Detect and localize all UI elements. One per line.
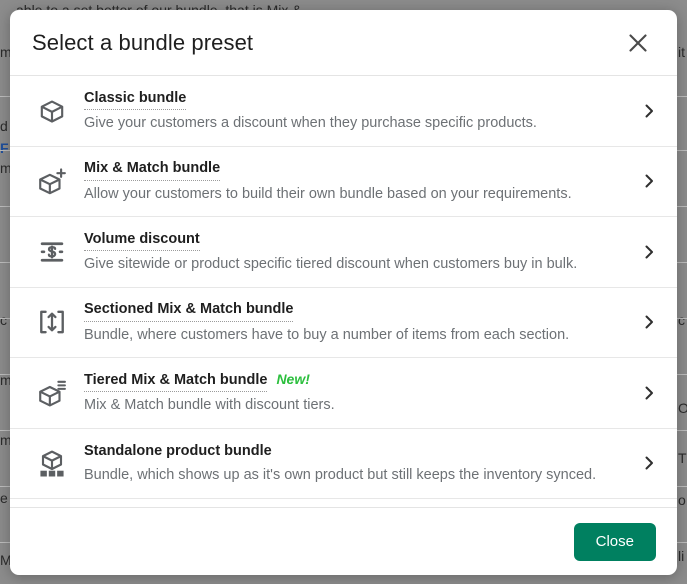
backdrop-text: T [678, 450, 687, 466]
cube-plus-icon [30, 159, 74, 203]
preset-description: Bundle, where customers have to buy a nu… [84, 326, 570, 343]
chevron-right-icon[interactable] [627, 244, 657, 260]
preset-body: Standalone product bundle Bundle, which s… [74, 442, 627, 485]
preset-description: Allow your customers to build their own … [84, 185, 572, 202]
backdrop-text: o [678, 492, 686, 508]
chevron-right-icon[interactable] [627, 385, 657, 401]
bundle-preset-modal: Select a bundle preset Classic bundle Giv… [10, 10, 677, 575]
cube-nodes-icon [30, 441, 74, 485]
preset-title: Tiered Mix & Match bundle [84, 371, 268, 393]
preset-description: Give sitewide or product specific tiered… [84, 256, 578, 273]
preset-body: Volume discount Give sitewide or product … [74, 230, 627, 274]
preset-title-line: Volume discount [84, 230, 627, 252]
preset-body: Sectioned Mix & Match bundle Bundle, wher… [74, 300, 627, 344]
preset-body: Mix & Match bundle Allow your customers t… [74, 159, 627, 203]
backdrop-text: O [678, 400, 687, 416]
preset-title-line: Mix & Match bundle [84, 159, 627, 181]
backdrop-text: c [0, 312, 7, 328]
preset-row-sectioned-mix-match-bundle[interactable]: Sectioned Mix & Match bundle Bundle, wher… [10, 287, 677, 358]
preset-description: Give your customers a discount when they… [84, 115, 537, 132]
backdrop-text: F [0, 140, 9, 156]
chevron-right-icon[interactable] [627, 173, 657, 189]
preset-row-mix-match-bundle[interactable]: Mix & Match bundle Allow your customers t… [10, 146, 677, 217]
preset-body: Classic bundle Give your customers a disc… [74, 89, 627, 133]
discount-dollar-icon [30, 230, 74, 274]
preset-row-tiered-mix-match-bundle[interactable]: Tiered Mix & Match bundle New! Mix & Match… [10, 358, 677, 429]
chevron-right-icon[interactable] [627, 314, 657, 330]
modal-footer: Close [10, 507, 677, 575]
close-button[interactable]: Close [573, 522, 656, 561]
cube-icon [30, 89, 74, 133]
preset-title-line: Standalone product bundle [84, 442, 627, 463]
close-icon[interactable] [621, 26, 655, 60]
page-title: Select a bundle preset [32, 29, 254, 55]
preset-row-volume-discount[interactable]: Volume discount Give sitewide or product … [10, 217, 677, 288]
preset-title: Standalone product bundle [84, 442, 272, 459]
cube-tiers-icon [30, 371, 74, 415]
preset-description: Bundle, which shows up as it's own produ… [84, 467, 597, 484]
preset-body: Tiered Mix & Match bundle New! Mix & Match… [74, 371, 627, 415]
modal-header: Select a bundle preset [10, 10, 677, 76]
preset-title-line: Sectioned Mix & Match bundle [84, 300, 627, 322]
backdrop-text: li [678, 548, 685, 564]
brackets-arrow-icon [30, 300, 74, 344]
preset-row-standalone-product-bundle[interactable]: Standalone product bundle Bundle, which s… [10, 428, 677, 499]
status-badge: New! [276, 370, 310, 387]
preset-list: Classic bundle Give your customers a disc… [10, 76, 677, 507]
preset-title: Mix & Match bundle [84, 159, 221, 181]
chevron-right-icon[interactable] [627, 103, 657, 119]
backdrop-text: it [678, 44, 685, 60]
backdrop-text: d [0, 118, 8, 134]
preset-description: Mix & Match bundle with discount tiers. [84, 397, 335, 414]
backdrop-text: e [0, 490, 8, 506]
preset-title: Sectioned Mix & Match bundle [84, 300, 294, 322]
backdrop-text: c [678, 312, 685, 328]
preset-title: Classic bundle [84, 89, 187, 111]
preset-title-line: Tiered Mix & Match bundle New! [84, 371, 627, 393]
chevron-right-icon[interactable] [627, 455, 657, 471]
preset-row-classic-bundle[interactable]: Classic bundle Give your customers a disc… [10, 76, 677, 147]
preset-title-line: Classic bundle [84, 89, 627, 111]
preset-title: Volume discount [84, 230, 200, 252]
